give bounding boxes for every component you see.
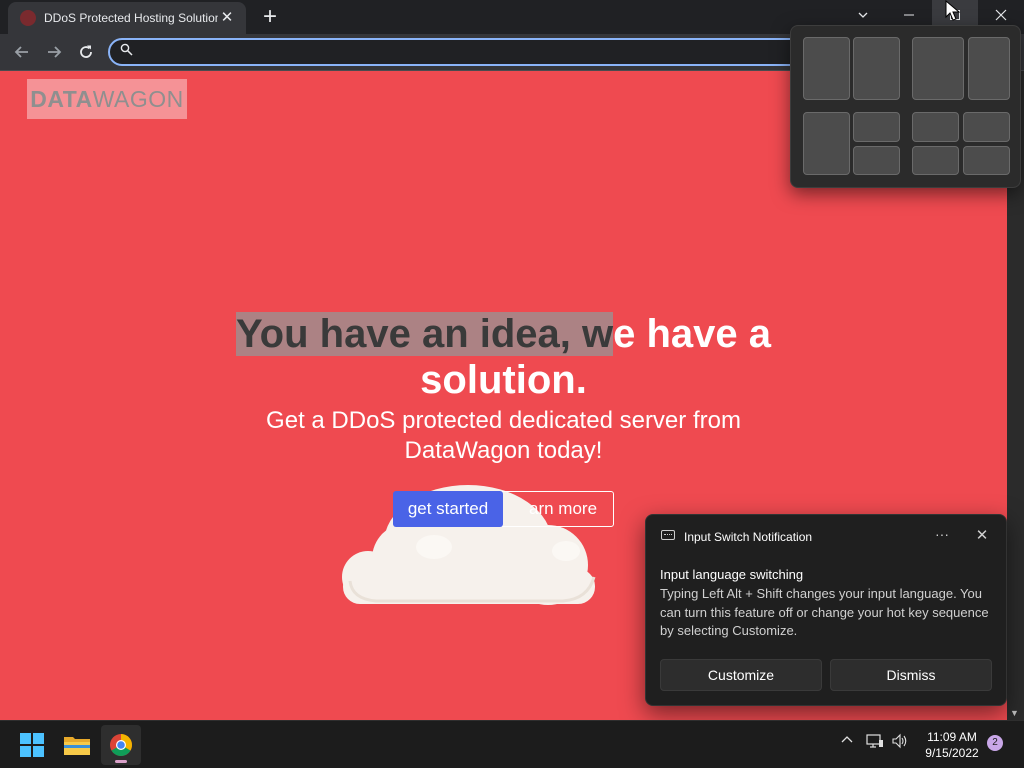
hero-title-selected: You have an idea, w bbox=[235, 312, 614, 356]
logo-text-wagon: WAGON bbox=[92, 85, 184, 112]
snap-zone-bottom-right[interactable] bbox=[853, 146, 900, 175]
back-icon[interactable] bbox=[8, 38, 36, 66]
address-bar[interactable] bbox=[108, 38, 808, 66]
notification-body: Typing Left Alt + Shift changes your inp… bbox=[660, 586, 989, 638]
snap-zone-quad-top-left[interactable] bbox=[912, 112, 959, 142]
hero-subtitle: Get a DDoS protected dedicated server fr… bbox=[266, 407, 741, 464]
snap-zone-left-column[interactable] bbox=[803, 112, 850, 175]
reload-icon[interactable] bbox=[72, 38, 100, 66]
customize-button[interactable]: Customize bbox=[660, 659, 822, 691]
tab-close-icon[interactable]: ✕ bbox=[218, 9, 236, 27]
notification-heading: Input language switching bbox=[660, 567, 804, 582]
network-icon[interactable] bbox=[866, 733, 884, 753]
notification-count-badge[interactable]: 2 bbox=[987, 735, 1003, 751]
clock-date: 9/15/2022 bbox=[925, 746, 979, 760]
snap-zone-quad-bottom-right[interactable] bbox=[963, 146, 1010, 175]
snap-zone-half-left[interactable] bbox=[803, 37, 850, 100]
snap-zone-top-right[interactable] bbox=[853, 112, 900, 142]
learn-more-button[interactable]: arn more bbox=[500, 491, 614, 527]
get-started-button[interactable]: get started bbox=[393, 491, 503, 527]
notification-close-icon[interactable]: ✕ bbox=[971, 525, 993, 547]
snap-zone-half-right[interactable] bbox=[853, 37, 900, 100]
browser-tab[interactable]: DDoS Protected Hosting Solutions ✕ bbox=[8, 2, 246, 34]
windows-start-icon[interactable] bbox=[12, 725, 52, 765]
scroll-down-arrow-icon[interactable]: ▼ bbox=[1010, 708, 1019, 718]
cursor-icon bbox=[945, 0, 961, 21]
datawagon-logo[interactable]: DATA WAGON bbox=[27, 79, 187, 119]
hero-title: You have an idea, we have a solution. bbox=[200, 311, 807, 403]
keyboard-icon bbox=[661, 530, 675, 540]
file-explorer-icon[interactable] bbox=[57, 725, 97, 765]
snap-zone-quad-top-right[interactable] bbox=[963, 112, 1010, 142]
logo-text-data: DATA bbox=[30, 85, 93, 112]
desktop-screen: DDoS Protected Hosting Solutions ✕ + DAT… bbox=[0, 0, 1024, 768]
snap-zone-wide-left[interactable] bbox=[912, 37, 964, 100]
system-clock[interactable]: 11:09 AM 9/15/2022 bbox=[916, 729, 988, 761]
favicon-icon bbox=[20, 10, 36, 26]
search-icon bbox=[120, 43, 133, 59]
snap-layouts-flyout bbox=[790, 25, 1021, 188]
snap-zone-narrow-right[interactable] bbox=[968, 37, 1010, 100]
tab-title: DDoS Protected Hosting Solutions bbox=[44, 11, 219, 25]
volume-icon[interactable] bbox=[891, 733, 909, 753]
running-indicator bbox=[115, 760, 127, 763]
chevron-up-icon[interactable] bbox=[840, 733, 854, 751]
learn-more-label: arn more bbox=[529, 499, 598, 518]
taskbar: 11:09 AM 9/15/2022 bbox=[0, 720, 1024, 768]
clock-time: 11:09 AM bbox=[927, 730, 977, 744]
notification-app-name: Input Switch Notification bbox=[684, 530, 813, 544]
new-tab-button[interactable]: + bbox=[256, 4, 284, 32]
snap-zone-quad-bottom-left[interactable] bbox=[912, 146, 959, 175]
chrome-icon[interactable] bbox=[101, 725, 141, 765]
input-switch-notification: Input Switch Notification ··· ✕ Input la… bbox=[645, 514, 1007, 706]
address-input[interactable] bbox=[144, 42, 784, 62]
dismiss-button[interactable]: Dismiss bbox=[830, 659, 992, 691]
more-options-icon[interactable]: ··· bbox=[931, 525, 953, 547]
forward-icon[interactable] bbox=[40, 38, 68, 66]
